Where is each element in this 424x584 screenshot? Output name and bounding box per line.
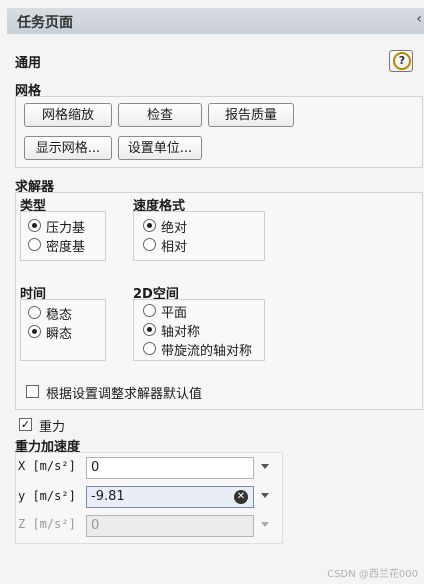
display-mesh-button[interactable]: 显示网格... — [24, 136, 112, 160]
solver-type-options: 压力基 密度基 — [20, 211, 106, 261]
radio-dot — [28, 219, 41, 232]
radio-dot — [143, 342, 156, 355]
radio-label: 瞬态 — [46, 327, 73, 342]
solver-group: 类型 压力基 密度基 速度格式 绝对 相对 时间 稳态 瞬态 2D空间 平面 轴… — [15, 192, 423, 410]
radio-label: 轴对称 — [161, 325, 201, 340]
mesh-check-button[interactable]: 检查 — [118, 103, 202, 127]
gravity-label: 重力 — [39, 420, 66, 435]
help-icon: ? — [393, 52, 411, 70]
watermark: CSDN @西兰花000 — [327, 569, 418, 580]
general-label: 通用 — [15, 56, 42, 71]
clear-icon[interactable]: ✕ — [234, 490, 248, 504]
report-quality-button[interactable]: 报告质量 — [208, 103, 294, 127]
gravity-checkbox[interactable]: ✓ — [19, 418, 32, 431]
set-units-button[interactable]: 设置单位... — [118, 136, 202, 160]
radio-dot — [143, 238, 156, 251]
radio-label: 压力基 — [46, 221, 86, 236]
task-page-titlebar: 任务页面 ‹ — [7, 8, 424, 35]
mesh-scale-button[interactable]: 网格缩放 — [24, 103, 112, 127]
gravity-y-label: y [m/s²] — [18, 489, 76, 503]
gravity-y-input[interactable]: -9.81 — [86, 486, 254, 508]
radio-dot — [28, 325, 41, 338]
task-page-panel: 通用 ? 网格 网格缩放 检查 报告质量 显示网格... 设置单位... 求解器… — [7, 34, 424, 584]
radio-dot — [143, 219, 156, 232]
gravity-z-dropdown-icon[interactable] — [261, 522, 269, 527]
radio-dot — [28, 238, 41, 251]
gravity-x-label: X [m/s²] — [18, 459, 76, 473]
page-title: 任务页面 — [17, 15, 73, 31]
radio-dot — [143, 304, 156, 317]
help-button[interactable]: ? — [389, 50, 413, 72]
gravity-x-dropdown-icon[interactable] — [261, 464, 269, 469]
radio-dot — [28, 306, 41, 319]
radio-label: 密度基 — [46, 240, 86, 255]
radio-label: 绝对 — [161, 221, 188, 236]
chevron-left-icon[interactable]: ‹ — [416, 11, 422, 27]
time-options: 稳态 瞬态 — [20, 299, 106, 361]
gravity-z-input[interactable]: 0 — [86, 515, 254, 537]
radio-label: 稳态 — [46, 308, 73, 323]
gravity-group: X [m/s²] 0 y [m/s²] -9.81 ✕ Z [m/s²] 0 — [15, 452, 283, 544]
gravity-y-dropdown-icon[interactable] — [261, 493, 269, 498]
adjust-defaults-checkbox[interactable] — [26, 385, 39, 398]
mesh-group: 网格缩放 检查 报告质量 显示网格... 设置单位... — [15, 96, 423, 168]
radio-label: 带旋流的轴对称 — [161, 344, 253, 359]
adjust-defaults-label: 根据设置调整求解器默认值 — [46, 387, 203, 402]
velocity-formulation-options: 绝对 相对 — [133, 211, 265, 261]
radio-label: 相对 — [161, 240, 188, 255]
2d-space-options: 平面 轴对称 带旋流的轴对称 — [133, 299, 265, 361]
gravity-x-input[interactable]: 0 — [86, 457, 254, 479]
radio-label: 平面 — [161, 306, 188, 321]
gravity-z-label: Z [m/s²] — [18, 517, 76, 531]
radio-dot — [143, 323, 156, 336]
